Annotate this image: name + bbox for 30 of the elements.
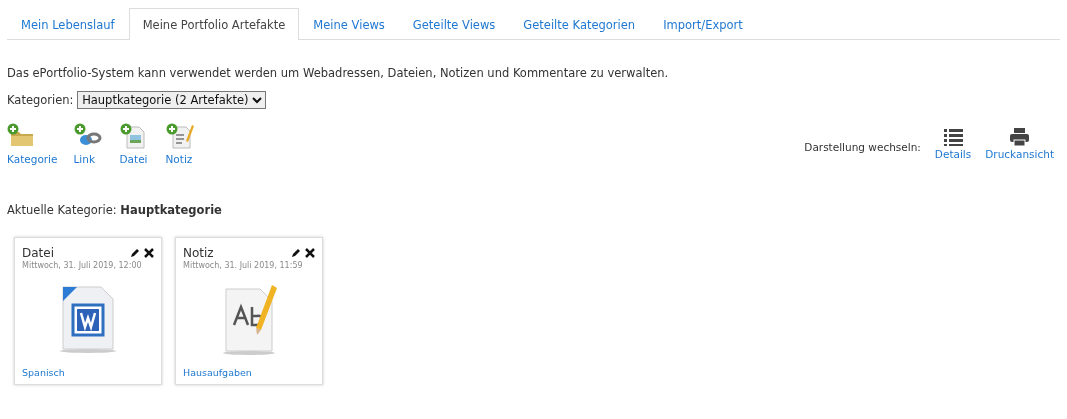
- add-link[interactable]: Link: [73, 123, 104, 165]
- list-icon: [943, 128, 963, 146]
- artifact-title: Notiz: [183, 246, 214, 260]
- delete-icon[interactable]: [144, 248, 154, 258]
- edit-icon[interactable]: [291, 248, 301, 258]
- tab[interactable]: Mein Lebenslauf: [7, 8, 129, 40]
- tab[interactable]: Meine Portfolio Artefakte: [128, 8, 300, 40]
- add-link[interactable]: Kategorie: [7, 123, 58, 165]
- print-icon: [1010, 128, 1030, 146]
- tab[interactable]: Geteilte Kategorien: [509, 8, 650, 40]
- add-note-icon: [165, 123, 196, 151]
- tab[interactable]: Import/Export: [649, 8, 757, 40]
- tab[interactable]: Geteilte Views: [398, 8, 510, 40]
- tab[interactable]: Meine Views: [299, 8, 399, 40]
- add-link[interactable]: Datei: [119, 123, 150, 165]
- edit-icon[interactable]: [130, 248, 140, 258]
- artifact-title: Datei: [22, 246, 54, 260]
- add-link[interactable]: Notiz: [165, 123, 196, 165]
- artifact-date: Mittwoch, 31. Juli 2019, 12:00: [22, 261, 143, 270]
- view-switch-label: Darstellung wechseln:: [804, 141, 921, 153]
- current-category: Aktuelle Kategorie: Hauptkategorie: [7, 203, 223, 217]
- category-link[interactable]: Hausaufgaben: [183, 367, 315, 378]
- category-link[interactable]: Spanisch: [22, 367, 154, 378]
- artifact-date: Mittwoch, 31. Juli 2019, 11:59: [183, 261, 304, 270]
- category-select[interactable]: Hauptkategorie (2 Artefakte): [77, 91, 267, 109]
- view-link[interactable]: Details: [934, 128, 972, 160]
- delete-icon[interactable]: [305, 248, 315, 258]
- select-label: Kategorien:: [7, 93, 74, 107]
- view-link[interactable]: Druckansicht: [985, 128, 1054, 160]
- intro-text: Das ePortfolio-System kann verwendet werden um Webadressen, Dateien, Notizen und Kommentare zu verwalten.: [7, 66, 670, 80]
